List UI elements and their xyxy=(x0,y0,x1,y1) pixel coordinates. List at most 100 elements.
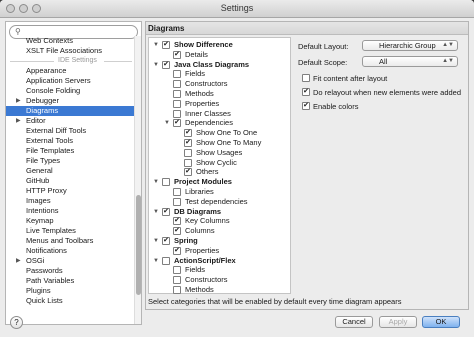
expand-arrow-icon[interactable]: ▼ xyxy=(164,118,170,128)
category-label: Constructors xyxy=(185,79,228,89)
category-checkbox[interactable] xyxy=(173,109,181,118)
category-checkbox[interactable]: ✔ xyxy=(162,237,170,245)
tree-item-label: File Templates xyxy=(26,146,75,155)
tree-item-external-diff-tools[interactable]: External Diff Tools xyxy=(6,126,134,136)
tree-item-label: Menus and Toolbars xyxy=(26,236,94,245)
category-label: Methods xyxy=(185,285,214,294)
category-row: Methods xyxy=(149,285,290,295)
tree-item-plugins[interactable]: Plugins xyxy=(6,286,134,296)
expand-arrow-icon[interactable]: ▼ xyxy=(153,256,159,266)
category-checkbox[interactable] xyxy=(173,80,181,89)
tree-item-label: OSGi xyxy=(26,256,45,265)
category-checkbox[interactable]: ✔ xyxy=(184,168,192,177)
tree-item-xslt-file-associations[interactable]: XSLT File Associations xyxy=(6,46,134,56)
category-row: Test dependencies xyxy=(149,197,290,207)
category-label: Project Modules xyxy=(174,177,232,187)
settings-window: Settings ⚲ Web Contexts XSLT File Associa… xyxy=(0,0,474,337)
tree-item-console-folding[interactable]: Console Folding xyxy=(6,86,134,96)
category-checkbox[interactable] xyxy=(184,158,192,167)
category-checkbox[interactable]: ✔ xyxy=(184,139,192,147)
tree-item-notifications[interactable]: Notifications xyxy=(6,246,134,256)
tree-item-osgi[interactable]: ▶ OSGi xyxy=(6,256,134,266)
category-checkbox[interactable]: ✔ xyxy=(173,50,181,59)
tree-item-intentions[interactable]: Intentions xyxy=(6,206,134,216)
cancel-button[interactable]: Cancel xyxy=(335,316,373,328)
tree-item-editor[interactable]: ▶ Editor xyxy=(6,116,134,126)
default-scope-select[interactable]: All ▲▼ xyxy=(362,56,458,67)
default-layout-label: Default Layout: xyxy=(298,42,349,51)
category-checkbox[interactable] xyxy=(184,148,192,157)
category-checkbox[interactable]: ✔ xyxy=(184,129,192,138)
tree-item-application-servers[interactable]: Application Servers xyxy=(6,76,134,86)
tree-item-file-types[interactable]: File Types xyxy=(6,156,134,166)
category-label: Details xyxy=(185,49,208,59)
category-row: ✔ Columns xyxy=(149,226,290,236)
category-row: Constructors xyxy=(149,275,290,285)
relayout-label: Do relayout when new elements were added xyxy=(313,88,462,97)
expand-arrow-icon[interactable]: ▼ xyxy=(153,40,159,50)
category-checkbox[interactable] xyxy=(173,197,181,206)
category-checkbox[interactable] xyxy=(173,266,181,275)
expand-arrow-icon[interactable]: ▶ xyxy=(16,256,21,266)
tree-item-menus-and-toolbars[interactable]: Menus and Toolbars xyxy=(6,236,134,246)
category-checkbox[interactable] xyxy=(173,188,181,196)
category-checkbox[interactable]: ✔ xyxy=(162,60,170,69)
expand-arrow-icon[interactable]: ▼ xyxy=(153,236,159,246)
category-checkbox[interactable] xyxy=(162,178,170,187)
tree-item-file-templates[interactable]: File Templates xyxy=(6,146,134,156)
default-scope-label: Default Scope: xyxy=(298,58,348,67)
category-label: Dependencies xyxy=(185,118,233,128)
category-checkbox[interactable] xyxy=(173,70,181,79)
tree-item-path-variables[interactable]: Path Variables xyxy=(6,276,134,286)
help-button[interactable]: ? xyxy=(10,316,23,329)
tree-item-passwords[interactable]: Passwords xyxy=(6,266,134,276)
fit-content-checkbox[interactable] xyxy=(302,74,310,82)
expand-arrow-icon[interactable]: ▼ xyxy=(153,207,159,217)
category-checkbox[interactable]: ✔ xyxy=(162,207,170,216)
expand-arrow-icon[interactable]: ▶ xyxy=(16,116,21,126)
tree-item-quick-lists[interactable]: Quick Lists xyxy=(6,296,134,306)
tree-item-label: Console Folding xyxy=(26,86,81,95)
tree-item-github[interactable]: GitHub xyxy=(6,176,134,186)
ok-button[interactable]: OK xyxy=(422,316,460,328)
tree-item-label: Passwords xyxy=(26,266,63,275)
tree-item-images[interactable]: Images xyxy=(6,196,134,206)
category-label: Spring xyxy=(174,236,198,245)
tree-item-debugger[interactable]: ▶ Debugger xyxy=(6,96,134,106)
tree-item-general[interactable]: General xyxy=(6,166,134,176)
expand-arrow-icon[interactable]: ▼ xyxy=(153,60,159,70)
category-checkbox[interactable] xyxy=(173,276,181,285)
apply-button[interactable]: Apply xyxy=(379,316,417,328)
tree-item-appearance[interactable]: Appearance xyxy=(6,66,134,76)
tree-item-external-tools[interactable]: External Tools xyxy=(6,136,134,146)
tree-item-label: Web Contexts xyxy=(26,36,73,45)
category-checkbox[interactable]: ✔ xyxy=(162,41,170,49)
tree-item-diagrams[interactable]: Diagrams xyxy=(6,106,134,116)
expand-arrow-icon[interactable]: ▼ xyxy=(153,177,159,187)
tree-scrollbar-thumb[interactable] xyxy=(136,195,141,295)
category-row: Show Cyclic xyxy=(149,158,290,168)
relayout-checkbox[interactable]: ✔ xyxy=(302,88,310,96)
tree-item-keymap[interactable]: Keymap xyxy=(6,216,134,226)
tree-item-live-templates[interactable]: Live Templates xyxy=(6,226,134,236)
category-checkbox[interactable] xyxy=(162,256,170,265)
category-checkbox[interactable]: ✔ xyxy=(173,246,181,255)
section-divider xyxy=(10,61,54,62)
fit-content-label: Fit content after layout xyxy=(313,74,388,83)
category-checkbox[interactable]: ✔ xyxy=(173,217,181,226)
category-checkbox[interactable] xyxy=(173,99,181,108)
category-label: Java Class Diagrams xyxy=(174,59,250,69)
category-checkbox[interactable] xyxy=(173,286,181,294)
enable-colors-label: Enable colors xyxy=(313,102,359,111)
category-checkbox[interactable]: ✔ xyxy=(173,119,181,128)
tree-scrollbar[interactable] xyxy=(134,36,141,324)
category-label: Libraries xyxy=(185,187,214,196)
expand-arrow-icon[interactable]: ▶ xyxy=(16,96,21,106)
category-checkbox[interactable]: ✔ xyxy=(173,227,181,236)
category-checkbox[interactable] xyxy=(173,90,181,98)
tree-item-web-contexts[interactable]: Web Contexts xyxy=(6,36,134,46)
category-row: ✔ Show One To One xyxy=(149,128,290,138)
enable-colors-checkbox[interactable]: ✔ xyxy=(302,102,310,110)
tree-item-http-proxy[interactable]: HTTP Proxy xyxy=(6,186,134,196)
default-layout-select[interactable]: Hierarchic Group ▲▼ xyxy=(362,40,458,51)
